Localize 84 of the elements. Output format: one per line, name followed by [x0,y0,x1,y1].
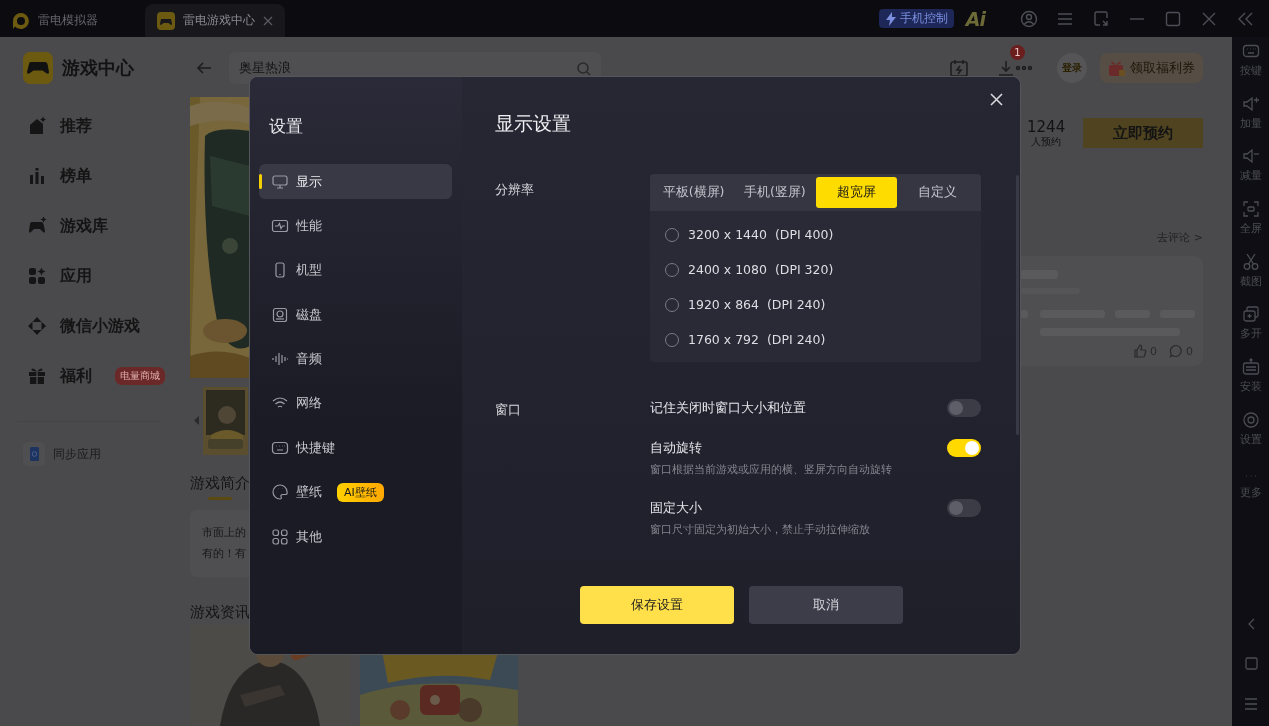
keyboard-icon [1241,42,1260,60]
resolution-option[interactable]: 3200 x 1440 (DPI 400) [688,227,834,242]
gear-ring-icon [1241,410,1260,429]
speaker-plus-icon [1241,94,1260,113]
toolbar-button[interactable]: 全屏 [1239,200,1262,253]
app-title: 游戏中心 [62,56,134,80]
settings-nav-item[interactable]: 磁盘 [259,297,452,333]
gamepad-logo-icon [23,52,53,84]
toggle-switch[interactable] [947,399,981,417]
maximize-icon[interactable] [1164,9,1182,28]
bar-chart-icon [27,166,47,186]
resolution-option[interactable]: 1760 x 792 (DPI 240) [688,332,826,347]
mode-tab[interactable]: 手机(竖屏) [734,177,816,208]
settings-nav-item[interactable]: 显示 [259,164,452,199]
section-heading: 游戏简介 [190,474,251,494]
house-icon [27,116,47,136]
settings-nav-item[interactable]: 快捷键 [259,430,452,466]
save-button[interactable]: 保存设置 [579,586,734,624]
dialog-title: 设置 [268,115,304,137]
nav-item[interactable]: 应用 [0,251,180,301]
nav-item[interactable]: 游戏库 [0,201,180,251]
monitor-icon [271,172,289,191]
nav-item[interactable]: 福利 电量商城 [0,351,180,401]
ai-logo[interactable]: Ai [965,7,985,30]
settings-nav-item[interactable]: 音频 [259,341,452,377]
settings-nav-item[interactable]: 机型 [259,252,452,288]
fullscreen-icon [1241,200,1260,219]
mode-tab[interactable]: 自定义 [896,177,978,208]
toggle-description: 窗口根据当前游戏或应用的横、竖屏方向自动旋转 [650,462,893,477]
login-button[interactable]: 登录 [1057,53,1087,83]
mode-tab[interactable]: 平板(横屏) [653,177,735,208]
notification-badge: 1 [1010,45,1025,60]
cancel-button[interactable]: 取消 [748,586,903,624]
window-tab[interactable]: 雷电游戏中心 [145,4,285,37]
reserve-button[interactable]: 立即预约 [1083,118,1203,148]
gamepad-logo-icon [157,11,175,30]
apk-box-icon [1241,358,1260,377]
user-icon[interactable] [1020,9,1038,28]
multi-window-icon [1241,305,1260,324]
settings-nav-item[interactable]: 壁纸 AI壁纸 [259,474,452,510]
left-arrow-icon[interactable] [193,415,200,427]
toggle-switch[interactable] [947,439,981,457]
section-heading: 游戏资讯 [190,603,251,622]
nav-item[interactable]: 榜单 [0,151,180,201]
toolbar-button[interactable]: 安装 [1239,358,1262,411]
calendar-icon[interactable] [949,58,969,78]
nav-item[interactable]: 推荐 [0,101,180,151]
setting-label: 窗口 [495,401,522,419]
setting-label: 分辨率 [495,181,535,199]
rotate-screen-icon[interactable] [1092,9,1110,28]
grid-icon [271,527,289,546]
settings-nav-item[interactable]: 网络 [259,385,452,421]
nav-item[interactable]: 微信小游戏 [0,301,180,351]
toolbar-button[interactable]: 更多 [1239,463,1262,517]
toggle-label: 记住关闭时窗口大小和位置 [650,399,807,417]
toggle-label: 自动旋转 [650,439,703,457]
window-tab[interactable]: 雷电模拟器 [0,4,140,37]
mode-tab[interactable]: 超宽屏 [815,177,897,208]
toggle-switch[interactable] [947,499,981,517]
section-title: 显示设置 [495,111,572,136]
home-icon[interactable] [1243,656,1258,672]
nav-badge: 电量商城 [115,367,165,385]
resolution-option[interactable]: 2400 x 1080 (DPI 320) [688,262,834,277]
logo-icon [12,11,30,30]
diamond-icon [27,316,47,336]
speaker-minus-icon [1241,147,1260,166]
lightning-icon [884,11,897,26]
settings-nav-item[interactable]: 其他 [259,519,452,555]
toggle-label: 固定大小 [650,499,703,517]
apps-grid-icon [27,266,47,286]
speech-bubble-icon [1169,344,1183,358]
palette-icon [271,483,289,502]
settings-nav-item[interactable]: 性能 [259,208,452,244]
phone-sync-icon [23,442,45,466]
toggle-description: 窗口尺寸固定为初始大小，禁止手动拉伸缩放 [650,522,871,537]
download-icon[interactable] [997,59,1015,77]
toolbar-button[interactable]: 截图 [1239,252,1262,306]
phone-control-button[interactable]: 手机控制 [878,9,954,28]
scissors-icon [1241,252,1260,271]
recent-apps-icon[interactable] [1243,696,1258,712]
thumbs-up-icon [1133,344,1147,358]
resolution-option[interactable]: 1920 x 864 (DPI 240) [688,297,826,312]
reservation-count: 1244 [1027,118,1066,136]
ai-badge: AI壁纸 [337,482,384,502]
